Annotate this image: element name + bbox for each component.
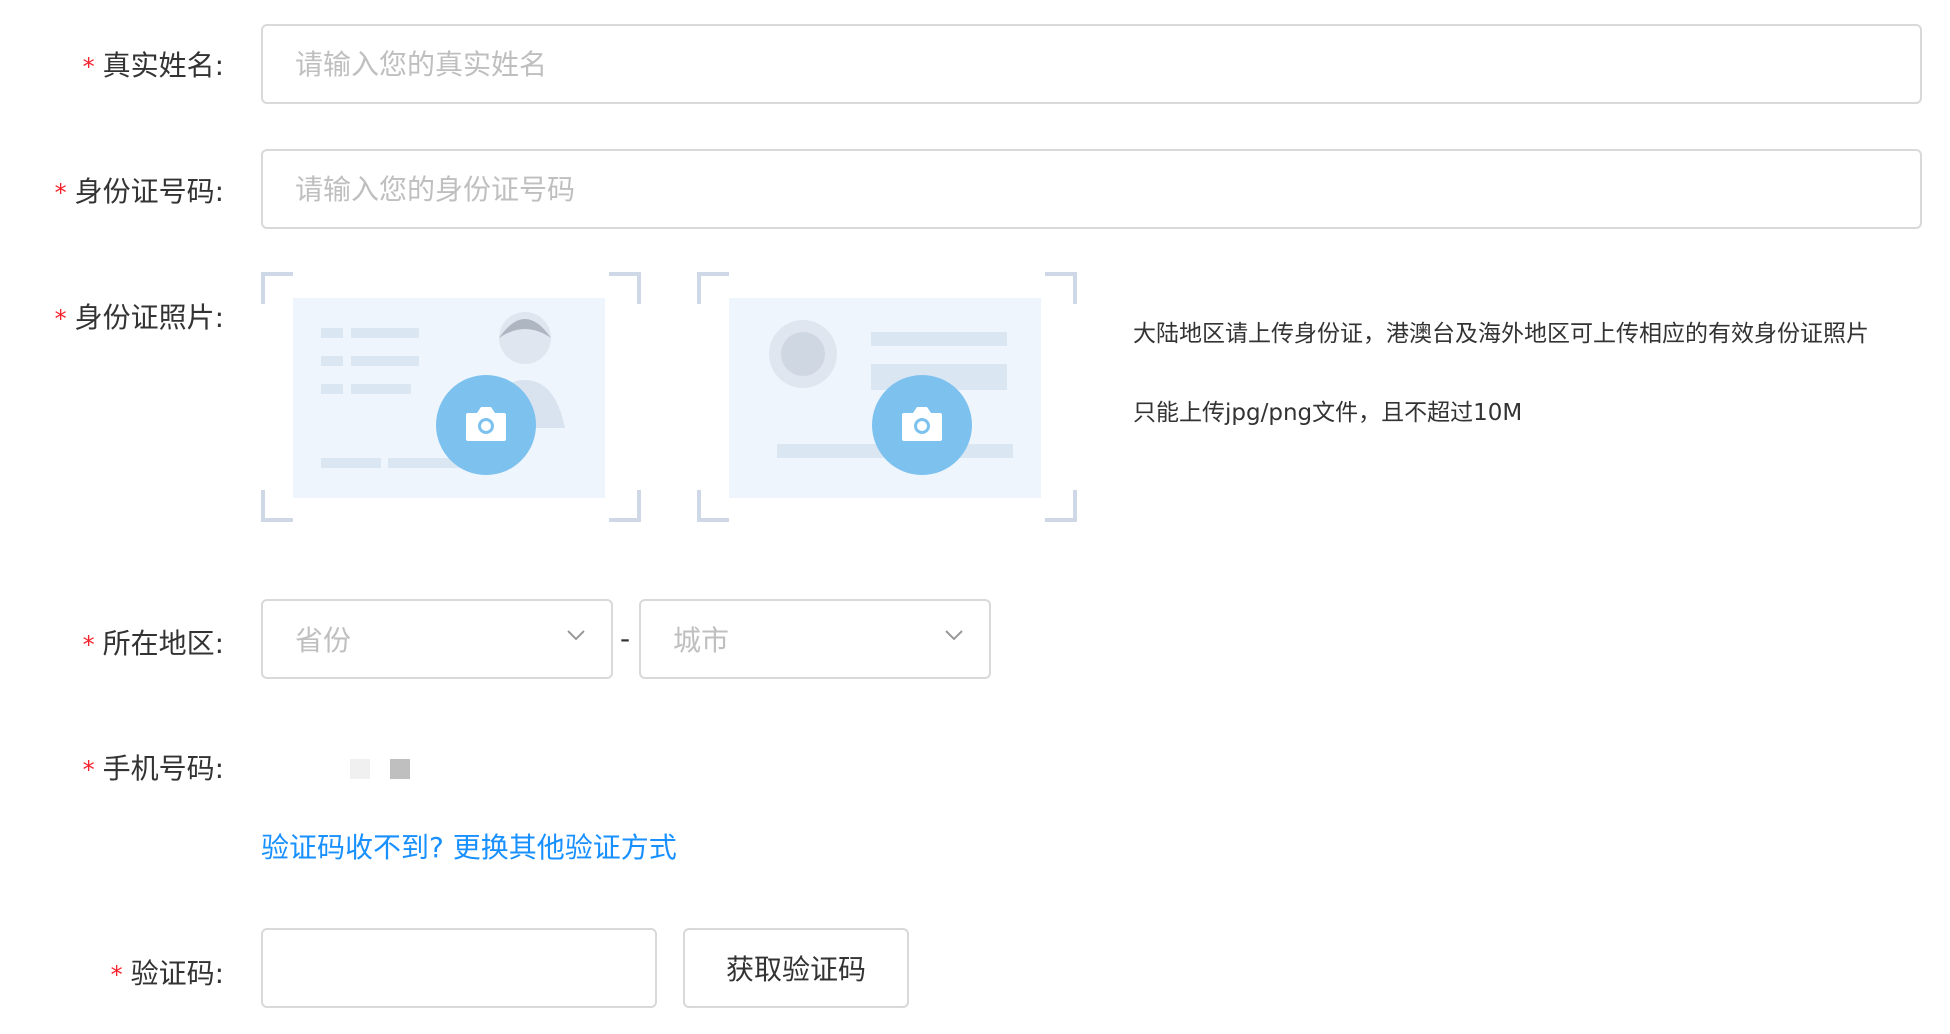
province-select[interactable]: 省份 <box>261 599 613 679</box>
id-photo-hint-format: 只能上传jpg/png文件，且不超过10M <box>1133 400 1523 426</box>
change-verification-link[interactable]: 验证码收不到? 更换其他验证方式 <box>261 826 677 866</box>
id-front-card-illustration <box>293 298 605 498</box>
id-number-label: * 身份证号码: <box>54 175 224 208</box>
required-mark: * <box>82 631 95 659</box>
required-mark: * <box>82 53 95 81</box>
code-label: * 验证码: <box>110 957 224 990</box>
id-photo-hint-region: 大陆地区请上传身份证，港澳台及海外地区可上传相应的有效身份证照片 <box>1133 321 1869 347</box>
id-number-input[interactable] <box>261 149 1922 229</box>
chevron-down-icon <box>945 630 963 641</box>
real-name-input[interactable] <box>261 24 1922 104</box>
province-placeholder: 省份 <box>295 624 352 657</box>
id-back-upload[interactable] <box>697 272 1077 522</box>
camera-button <box>436 375 536 475</box>
required-mark: * <box>54 305 67 333</box>
id-back-card-illustration <box>729 298 1041 498</box>
city-select[interactable]: 城市 <box>639 599 991 679</box>
loading-placeholder <box>390 759 410 779</box>
required-mark: * <box>82 756 95 784</box>
required-mark: * <box>54 179 67 207</box>
required-mark: * <box>110 961 123 989</box>
region-label: * 所在地区: <box>82 627 224 660</box>
chevron-down-icon <box>567 630 585 641</box>
verification-code-input[interactable] <box>261 928 657 1008</box>
phone-label: * 手机号码: <box>82 752 224 785</box>
camera-icon <box>902 407 942 441</box>
camera-icon <box>466 407 506 441</box>
id-front-upload[interactable] <box>261 272 641 522</box>
real-name-label: * 真实姓名: <box>82 49 224 82</box>
city-placeholder: 城市 <box>673 624 730 657</box>
region-separator: - <box>620 622 631 655</box>
camera-button <box>872 375 972 475</box>
get-code-button[interactable]: 获取验证码 <box>683 928 909 1008</box>
loading-placeholder <box>350 759 370 779</box>
id-photo-label: * 身份证照片: <box>54 301 224 334</box>
